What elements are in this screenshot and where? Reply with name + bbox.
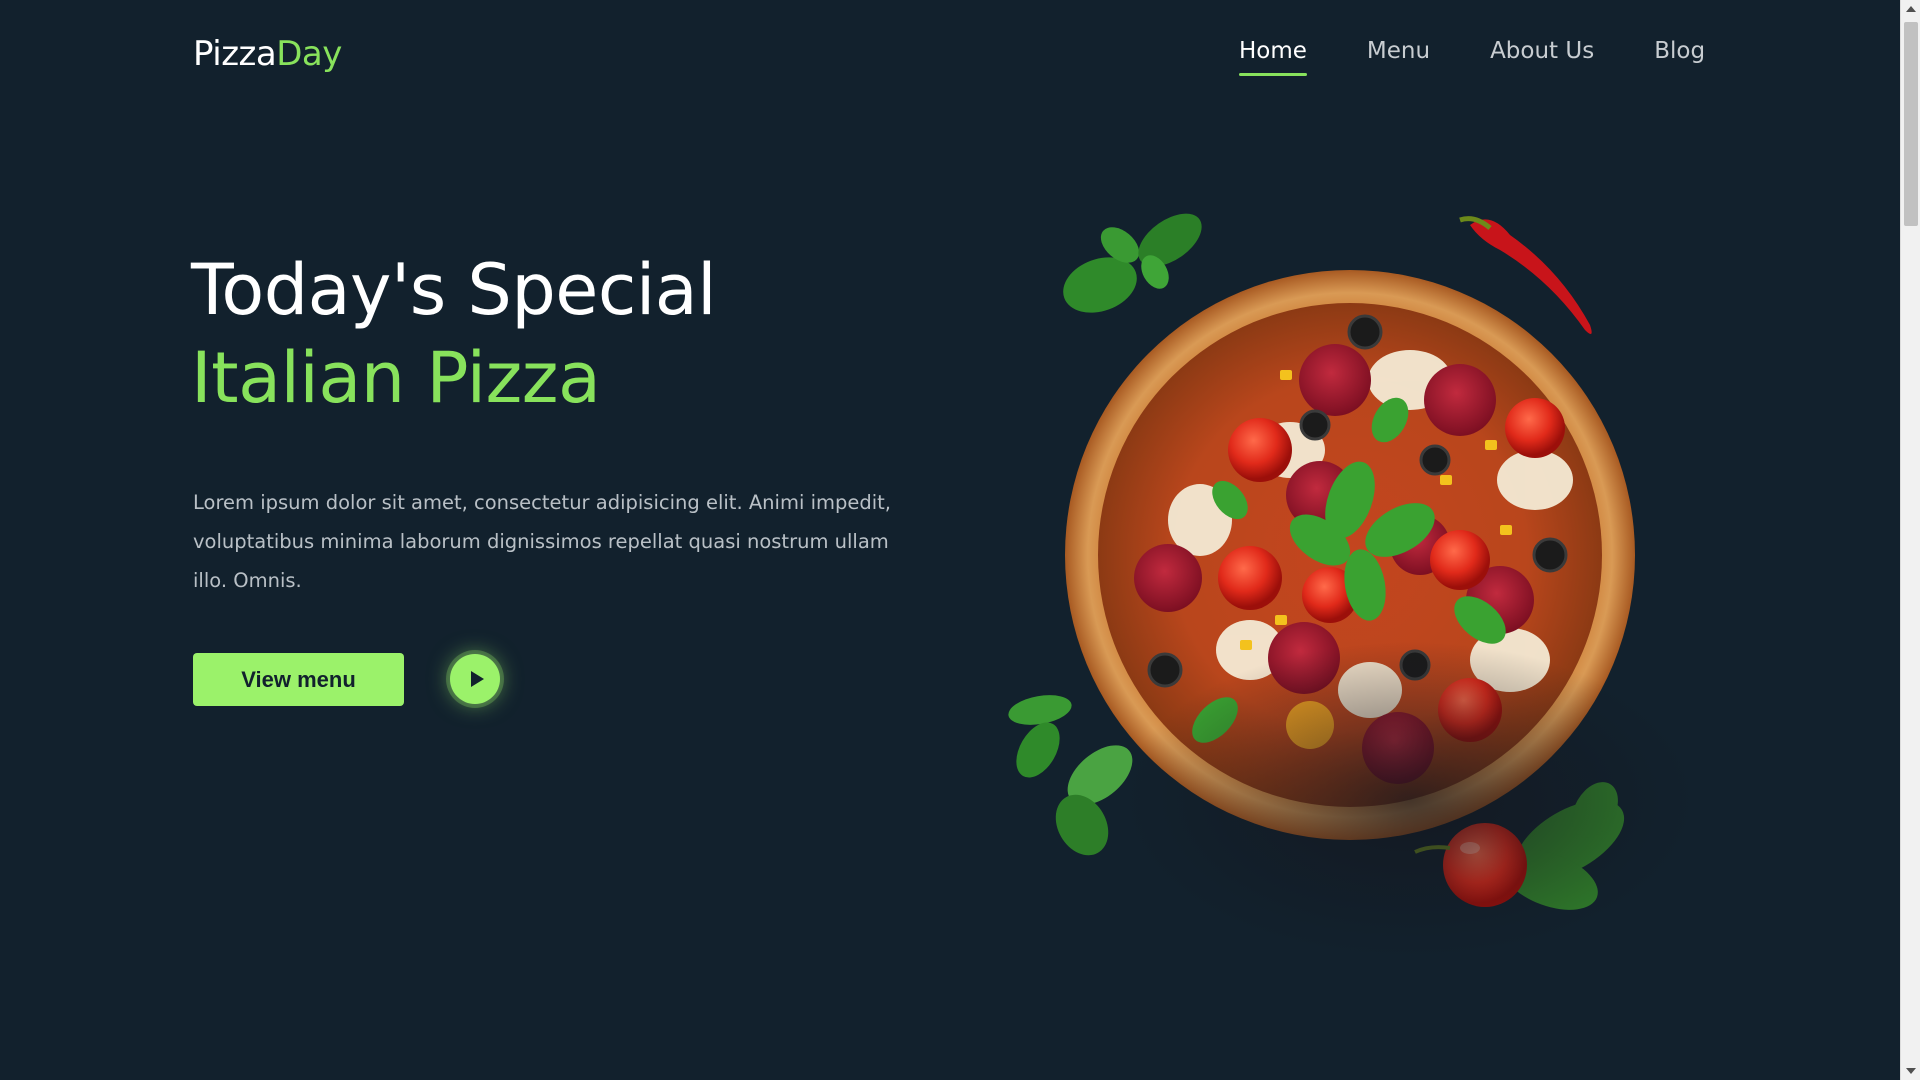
nav-item-menu[interactable]: Menu [1367, 38, 1430, 64]
basil-top-left [1063, 213, 1202, 313]
scroll-thumb[interactable] [1904, 22, 1918, 226]
page: PizzaDay Home Menu About Us Blog Today's… [0, 0, 1900, 1080]
hero-subtitle: Italian Pizza [191, 337, 601, 419]
main-nav: Home Menu About Us Blog [1239, 38, 1705, 76]
hero-description: Lorem ipsum dolor sit amet, consectetur … [193, 491, 891, 592]
play-icon [470, 671, 484, 687]
nav-item-about-us[interactable]: About Us [1490, 38, 1594, 64]
play-video-button[interactable] [450, 654, 500, 704]
scroll-down-arrow-icon[interactable] [1906, 1068, 1916, 1074]
view-menu-button[interactable]: View menu [193, 653, 404, 706]
pizza-shadow [1120, 640, 1700, 960]
scroll-up-arrow-icon[interactable] [1906, 6, 1916, 12]
logo-text-primary: Pizza [193, 34, 277, 74]
logo-text-accent: Day [276, 34, 342, 74]
pizza-image [990, 200, 1710, 960]
hero-title: Today's Special [191, 249, 717, 331]
nav-item-blog[interactable]: Blog [1654, 38, 1705, 64]
nav-item-home[interactable]: Home [1239, 38, 1307, 76]
logo[interactable]: PizzaDay [193, 34, 342, 74]
page-scrollbar[interactable] [1900, 0, 1920, 1080]
